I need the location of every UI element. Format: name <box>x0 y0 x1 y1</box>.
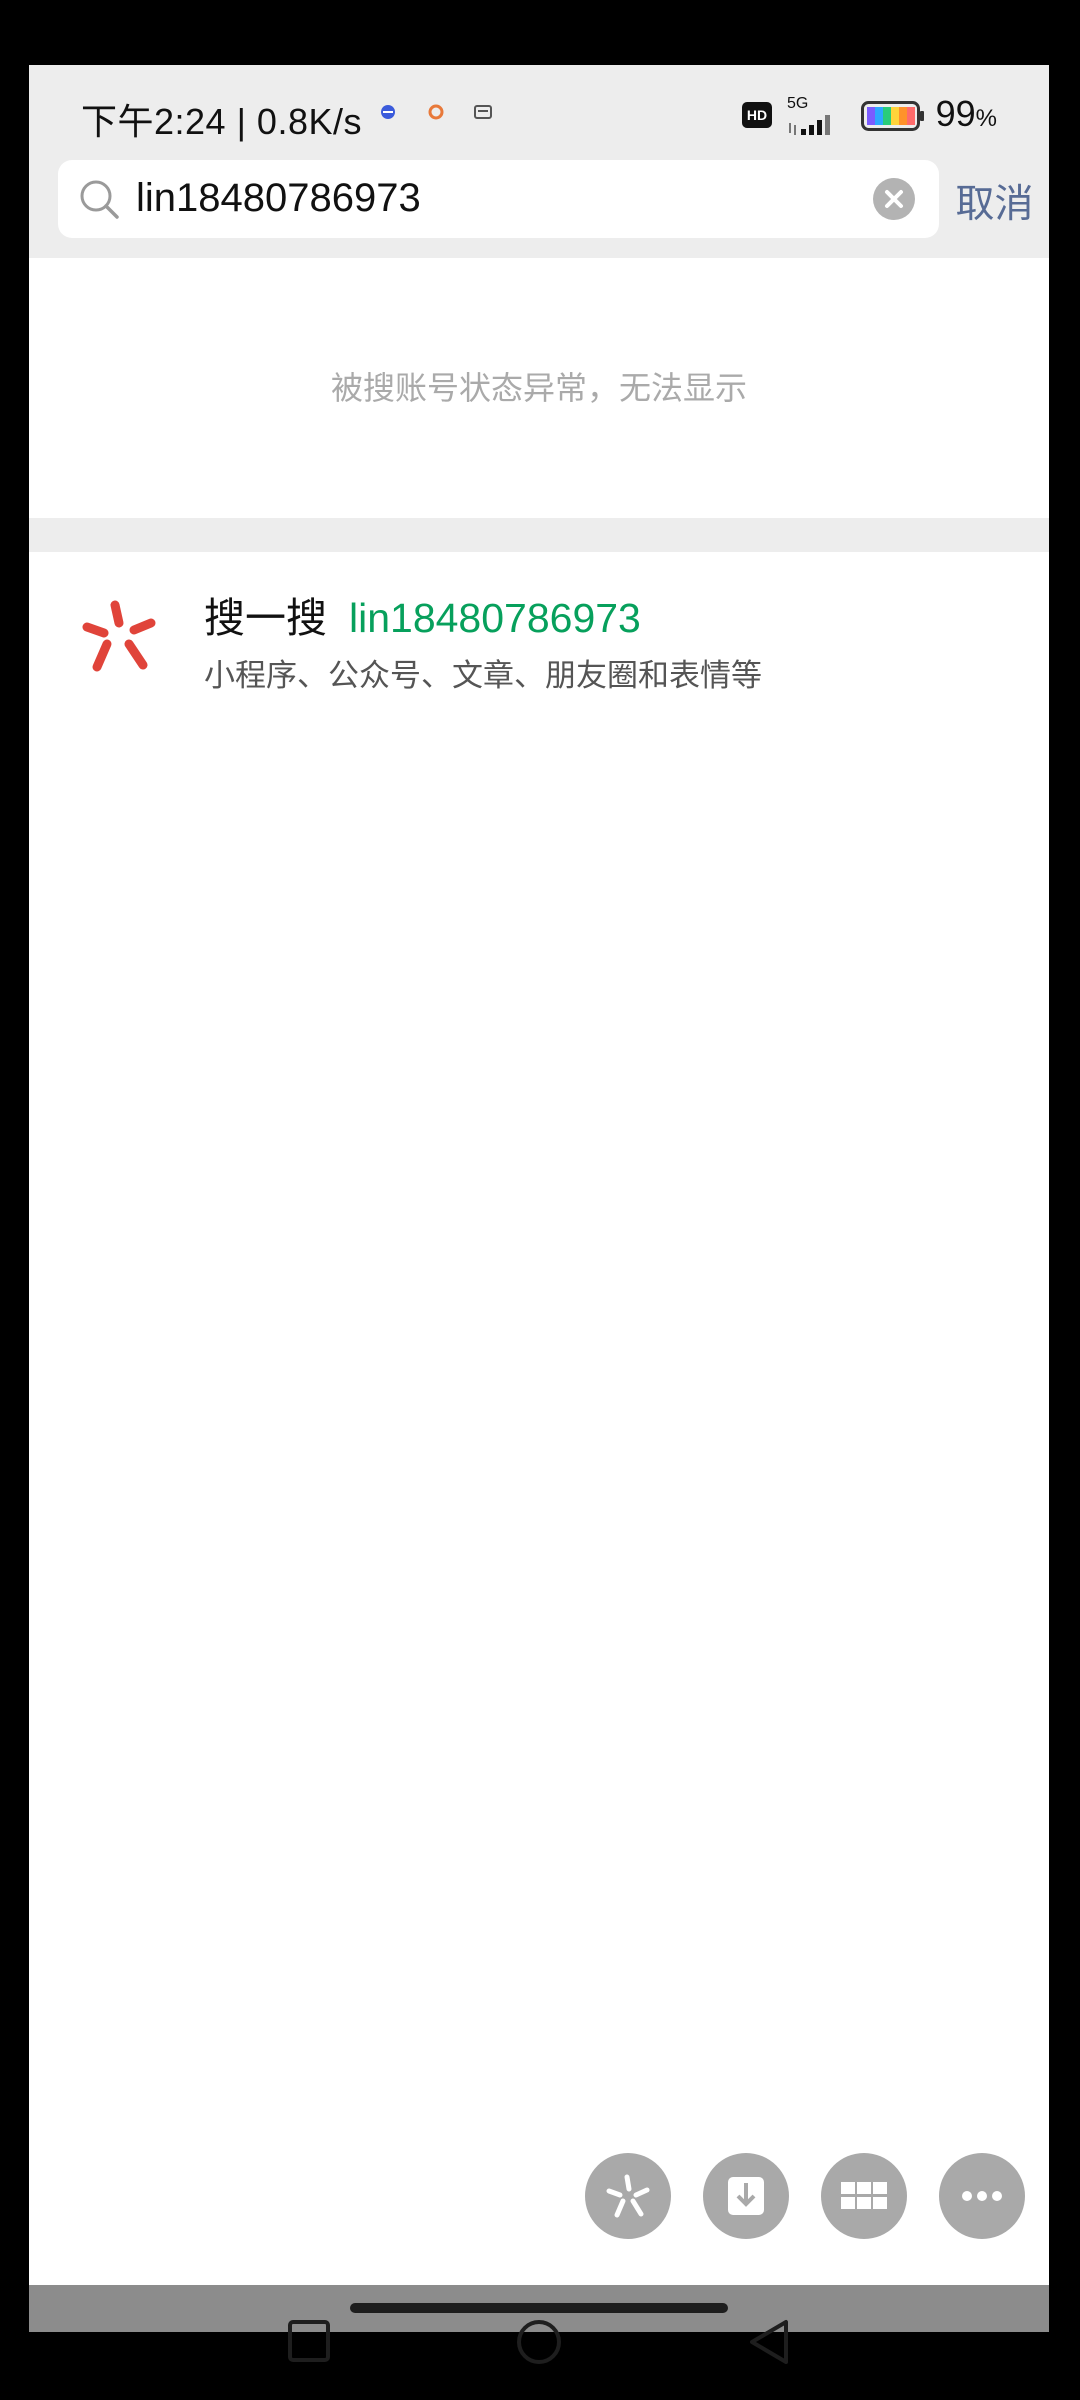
grid-button[interactable] <box>821 2153 907 2239</box>
back-icon[interactable] <box>746 2318 792 2366</box>
search-icon <box>80 180 119 219</box>
gesture-handle[interactable] <box>350 2303 728 2313</box>
battery-icon <box>861 101 924 131</box>
battery-percent: 99% <box>935 93 997 134</box>
search-input[interactable]: lin18480786973 <box>58 160 939 238</box>
download-button[interactable] <box>703 2153 789 2239</box>
result-title: 搜一搜 lin18480786973 <box>204 584 641 644</box>
more-button[interactable] <box>939 2153 1025 2239</box>
result-subtitle: 小程序、公众号、文章、朋友圈和表情等 <box>204 658 762 693</box>
top-bar: 下午2:24 | 0.8K/s HD 5G 99% lin18480786973… <box>29 65 1049 258</box>
section-divider <box>29 518 1049 552</box>
sousou-float-icon <box>606 2174 650 2218</box>
account-notice: 被搜账号状态异常，无法显示 <box>29 258 1049 518</box>
status-bar: 下午2:24 | 0.8K/s HD 5G 99% <box>29 65 1049 165</box>
search-query[interactable]: lin18480786973 <box>136 176 421 221</box>
notification-card-icon <box>474 105 492 119</box>
home-icon[interactable] <box>515 2318 563 2366</box>
notification-o-icon <box>428 104 444 120</box>
notice-message: 被搜账号状态异常，无法显示 <box>330 370 747 406</box>
signal-icon <box>789 115 830 135</box>
result-keyword: lin18480786973 <box>349 595 641 641</box>
app-screen: 下午2:24 | 0.8K/s HD 5G 99% lin18480786973… <box>29 65 1049 2330</box>
cancel-button[interactable]: 取消 <box>940 173 1049 229</box>
sousou-float-button[interactable] <box>585 2153 671 2239</box>
sousou-logo-icon <box>82 600 156 672</box>
notification-app-icon <box>381 105 395 119</box>
recent-apps-icon[interactable] <box>286 2318 332 2364</box>
result-title-label: 搜一搜 <box>204 595 327 641</box>
grid-icon <box>841 2182 887 2209</box>
status-time: 下午2:24 | 0.8K/s <box>81 101 362 142</box>
sousou-result-item[interactable]: 搜一搜 lin18480786973 小程序、公众号、文章、朋友圈和表情等 <box>29 552 1049 702</box>
more-icon <box>962 2191 1002 2201</box>
download-icon <box>728 2177 764 2215</box>
hd-badge: HD <box>742 102 772 128</box>
clear-icon[interactable] <box>873 178 915 220</box>
network-type: 5G <box>787 95 809 112</box>
